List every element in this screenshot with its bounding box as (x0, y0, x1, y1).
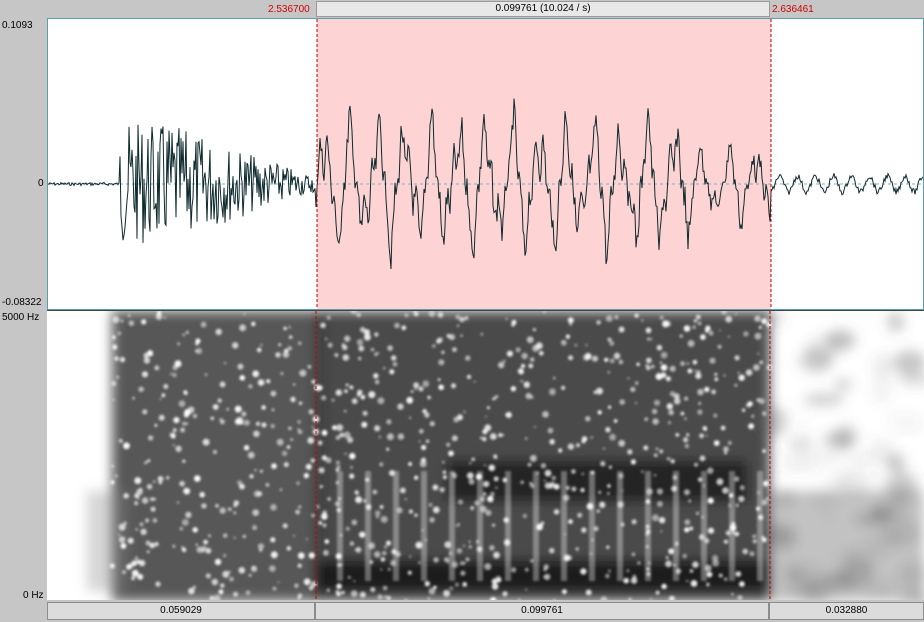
spectrogram-panel[interactable] (47, 310, 924, 601)
waveform-canvas (48, 19, 923, 309)
selection-duration[interactable]: 0.099761 (315, 602, 769, 620)
spectrogram-canvas (87, 311, 924, 601)
waveform-y-zero-label: 0 (38, 178, 44, 189)
waveform-panel[interactable] (47, 18, 924, 310)
spectrogram-max-freq-label: 5000 Hz (2, 312, 40, 323)
selection-duration-bar[interactable]: 0.099761 (10.024 / s) (316, 1, 770, 17)
selection-end-time: 2.636461 (772, 4, 814, 15)
bottom-duration-bar: 0.059029 0.099761 0.032880 (47, 600, 924, 622)
spectrogram-min-freq-label: 0 Hz (23, 590, 44, 601)
before-selection-duration[interactable]: 0.059029 (47, 602, 315, 620)
waveform-y-min-label: -0.08322 (2, 297, 42, 308)
after-selection-duration[interactable]: 0.032880 (769, 602, 924, 620)
top-time-ruler: 2.536700 0.099761 (10.024 / s) 2.636461 (0, 0, 924, 18)
waveform-y-max-label: 0.1093 (2, 20, 33, 31)
selection-start-time: 2.536700 (268, 4, 310, 15)
